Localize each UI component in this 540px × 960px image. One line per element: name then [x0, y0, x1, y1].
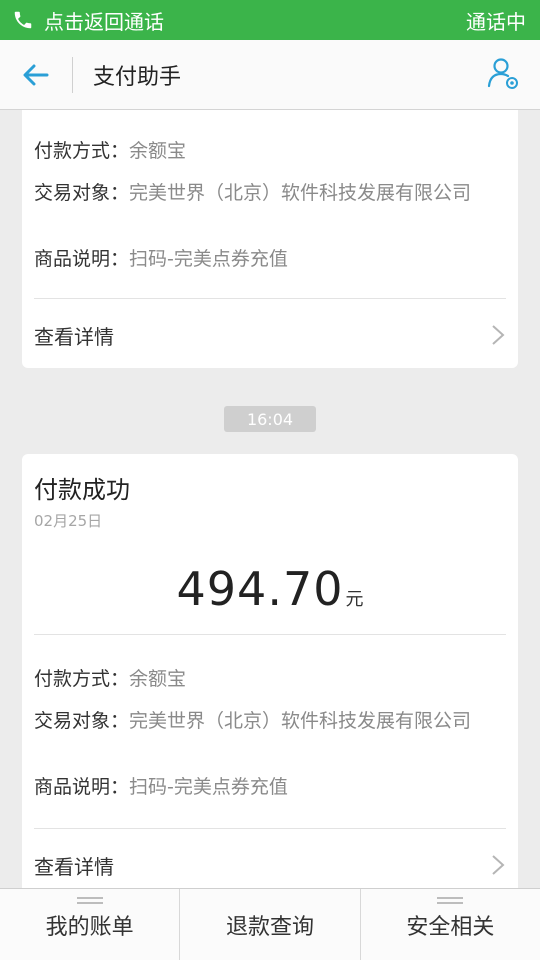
- amount-currency: 元: [345, 589, 364, 610]
- merchant-value: 完美世界（北京）软件科技发展有限公司: [129, 182, 472, 204]
- amount-value: 494.70: [176, 562, 344, 616]
- view-details-link[interactable]: 查看详情: [34, 840, 506, 888]
- user-settings-icon: [487, 58, 518, 89]
- payment-method-label: 付款方式：: [34, 140, 130, 162]
- tab-my-bills[interactable]: 我的账单: [0, 889, 179, 960]
- message-list[interactable]: 付款方式： 余额宝 交易对象： 完美世界（北京）软件科技发展有限公司 商品说明：…: [0, 110, 540, 888]
- payment-amount: 494.70 元: [22, 562, 518, 616]
- return-to-call-label: 点击返回通话: [44, 9, 164, 34]
- payment-method-value: 余额宝: [129, 668, 187, 690]
- item-description-value: 扫码-完美点券充值: [129, 776, 288, 798]
- tab-security[interactable]: 安全相关: [359, 889, 540, 960]
- call-banner-left: 点击返回通话: [12, 6, 164, 35]
- card-divider: [34, 634, 506, 635]
- payment-card: 付款方式： 余额宝 交易对象： 完美世界（北京）软件科技发展有限公司 商品说明：…: [22, 110, 518, 368]
- view-details-label: 查看详情: [34, 324, 114, 349]
- menu-lines-icon: [76, 897, 103, 904]
- merchant-value: 完美世界（北京）软件科技发展有限公司: [129, 710, 472, 732]
- item-description-value: 扫码-完美点券充值: [129, 248, 288, 270]
- chevron-right-icon: [492, 325, 505, 345]
- chevron-right-icon: [492, 855, 505, 875]
- app-header: 支付助手: [0, 40, 540, 110]
- view-details-label: 查看详情: [34, 854, 114, 879]
- message-time-badge: 16:04: [224, 406, 316, 432]
- bottom-menu-bar: 我的账单 退款查询 安全相关: [0, 888, 540, 960]
- header-divider: [72, 56, 73, 93]
- card-divider: [34, 828, 506, 829]
- merchant-label: 交易对象：: [34, 710, 130, 732]
- payment-date: 02月25日: [34, 512, 103, 530]
- item-description-label: 商品说明：: [34, 248, 130, 270]
- arrow-left-icon: [23, 64, 49, 85]
- payment-method-label: 付款方式：: [34, 668, 130, 690]
- payment-method-row: 付款方式： 余额宝: [34, 138, 506, 164]
- payment-success-card: 付款成功 02月25日 494.70 元 付款方式： 余额宝 交易对象： 完美世界…: [22, 454, 518, 888]
- tab-my-bills-label: 我的账单: [45, 914, 134, 940]
- merchant-row: 交易对象： 完美世界（北京）软件科技发展有限公司: [34, 708, 506, 734]
- merchant-row: 交易对象： 完美世界（北京）软件科技发展有限公司: [34, 180, 506, 206]
- phone-icon: [14, 11, 32, 29]
- card-divider: [34, 298, 506, 299]
- item-description-row: 商品说明： 扫码-完美点券充值: [34, 774, 506, 800]
- profile-settings-button[interactable]: [486, 56, 522, 92]
- menu-lines-icon: [437, 897, 464, 904]
- back-button[interactable]: [0, 40, 72, 110]
- payment-method-row: 付款方式： 余额宝: [34, 666, 506, 692]
- tab-refund-query[interactable]: 退款查询: [179, 889, 359, 960]
- return-to-call-banner[interactable]: 点击返回通话 通话中: [0, 0, 540, 40]
- view-details-link[interactable]: 查看详情: [34, 310, 506, 360]
- payment-status-title: 付款成功: [34, 476, 130, 504]
- tab-refund-query-label: 退款查询: [225, 914, 314, 940]
- merchant-label: 交易对象：: [34, 182, 130, 204]
- item-description-row: 商品说明： 扫码-完美点券充值: [34, 246, 506, 272]
- payment-method-value: 余额宝: [129, 140, 187, 162]
- item-description-label: 商品说明：: [34, 776, 130, 798]
- tab-security-label: 安全相关: [406, 914, 495, 940]
- call-status-label: 通话中: [466, 9, 526, 34]
- page-title: 支付助手: [93, 64, 182, 90]
